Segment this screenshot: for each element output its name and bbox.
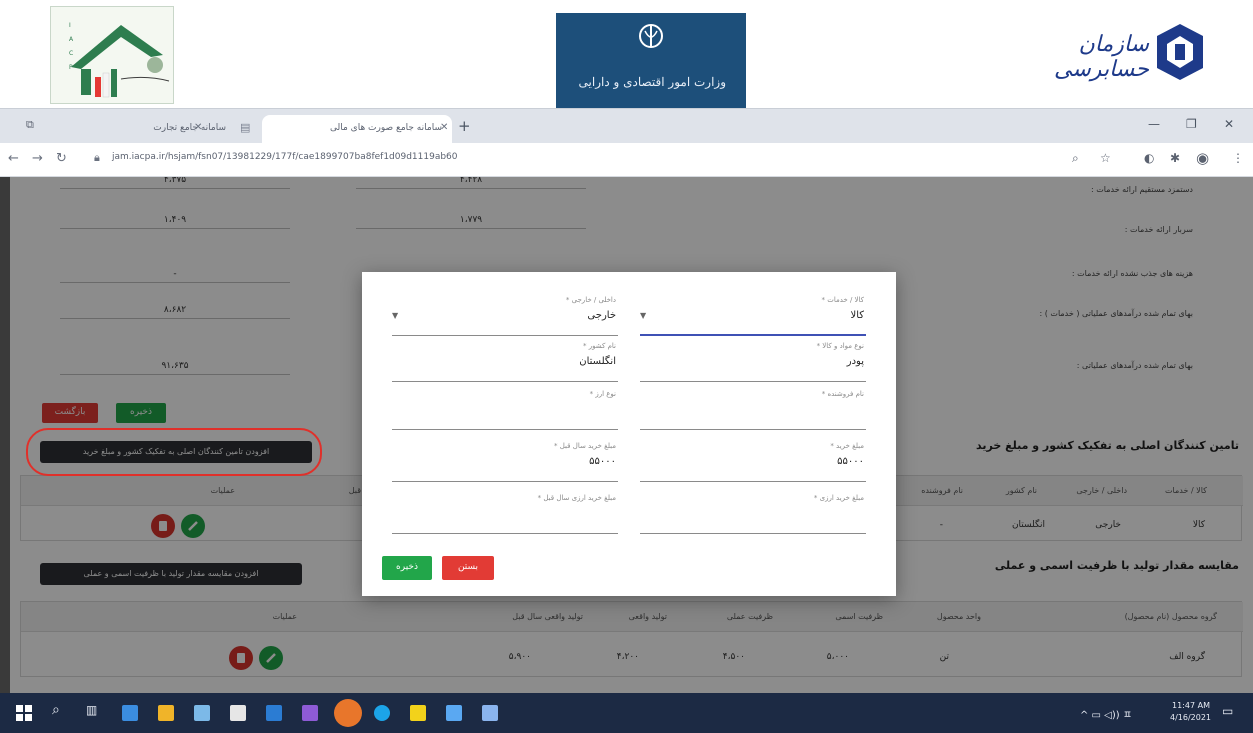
browser-tab-label: سامانه جامع تجارت <box>153 123 226 133</box>
taskbar: ⌕ ▥ ^ ▭ ◁)) ㅍ 11:47 AM 4/16/2021 ▭ <box>0 693 1253 733</box>
ministry-name: وزارت امور اقتصادی و دارایی <box>578 75 726 89</box>
puzzle-icon[interactable]: ✱ <box>1170 151 1180 165</box>
store-icon[interactable] <box>230 705 246 721</box>
forward-icon[interactable]: → <box>32 151 43 166</box>
svg-text:C: C <box>69 50 73 57</box>
purchase-amount-field[interactable]: مبلغ خرید * ۵۵۰۰۰ <box>640 442 866 482</box>
field-label: نوع مواد و کالا * <box>816 342 864 350</box>
fx-purchase-amount-field[interactable]: مبلغ خرید ارزی * <box>640 494 866 534</box>
browser-tab-label: سامانه جامع صورت های مالی <box>330 123 442 133</box>
tab-search-icon[interactable]: ⧉ <box>26 118 34 132</box>
field-value: ۵۵۰۰۰ <box>589 456 616 467</box>
chevron-down-icon: ▼ <box>392 311 399 320</box>
prev-fx-purchase-amount-field[interactable]: مبلغ خرید ارزی سال قبل * <box>392 494 618 534</box>
menu-icon[interactable]: ⋮ <box>1232 151 1244 165</box>
supplier-dialog: کالا / خدمات * کالا ▼ داخلی / خارجی * خا… <box>362 272 896 596</box>
new-tab-icon[interactable]: + <box>458 119 471 134</box>
file-explorer-icon[interactable] <box>158 705 174 721</box>
field-label: کالا / خدمات * <box>821 296 864 304</box>
emblem-icon <box>639 24 663 48</box>
field-label: مبلغ خرید * <box>830 442 864 450</box>
browser-tab[interactable]: ✕ سامانه جامع تجارت <box>70 115 226 144</box>
address-bar: ← → ↻ 🔒︎ jam.iacpa.ir/hsjam/fsn07/139812… <box>0 143 1253 177</box>
origin-select[interactable]: داخلی / خارجی * خارجی ▼ <box>392 296 618 336</box>
prev-purchase-amount-field[interactable]: مبلغ خرید سال قبل * ۵۵۰۰۰ <box>392 442 618 482</box>
page-icon: ▤ <box>240 121 251 134</box>
tray-icons[interactable]: ^ ▭ ◁)) ㅍ <box>1080 706 1132 721</box>
back-icon[interactable]: ← <box>8 151 19 166</box>
svg-text:P: P <box>69 64 73 71</box>
visual-studio-icon[interactable] <box>302 705 318 721</box>
field-value: خارجی <box>587 310 616 321</box>
browser-tabbar: ⧉ ✕ سامانه جامع تجارت ✕ سامانه جامع صورت… <box>0 108 1253 144</box>
currency-field[interactable]: نوع ارز * <box>392 390 618 430</box>
app-icon[interactable] <box>482 705 498 721</box>
dialog-close-button[interactable]: بستن <box>442 556 494 580</box>
item-type-select[interactable]: کالا / خدمات * کالا ▼ <box>640 296 866 336</box>
url-text: jam.iacpa.ir/hsjam/fsn07/13981229/177f/c… <box>112 152 458 162</box>
ministry-logo: وزارت امور اقتصادی و دارایی <box>556 13 746 108</box>
dialog-save-button[interactable]: ذخیره <box>382 556 432 580</box>
tab-close-icon[interactable]: ✕ <box>194 122 202 133</box>
association-logo-graphic: I A C P <box>69 22 170 98</box>
field-value: ۵۵۰۰۰ <box>837 456 864 467</box>
audit-org-name: سازمان حسابرسی <box>1054 32 1149 82</box>
word-icon[interactable] <box>266 705 282 721</box>
extension-icon[interactable]: ◐ <box>1144 151 1154 165</box>
windows-start-icon[interactable] <box>16 705 32 721</box>
notifications-icon[interactable]: ▭ <box>1222 704 1233 718</box>
audit-org-logo: سازمان حسابرسی <box>1016 18 1211 90</box>
close-window-icon[interactable]: ✕ <box>1224 117 1234 131</box>
svg-text:I: I <box>69 22 71 29</box>
clock-time[interactable]: 11:47 AM <box>1172 701 1210 710</box>
highlight-annotation <box>26 428 322 476</box>
seller-field[interactable]: نام فروشنده * <box>640 390 866 430</box>
field-value: انگلستان <box>579 356 616 367</box>
zoom-icon[interactable]: ⌕ <box>1072 151 1079 166</box>
tab-close-icon[interactable]: ✕ <box>440 122 448 133</box>
lock-icon: 🔒︎ <box>94 151 100 164</box>
minimize-icon[interactable]: — <box>1148 117 1160 131</box>
url-input[interactable]: 🔒︎ jam.iacpa.ir/hsjam/fsn07/13981229/177… <box>92 151 1072 170</box>
task-view-icon[interactable]: ▥ <box>86 703 97 717</box>
edge-icon[interactable] <box>122 705 138 721</box>
clock-date[interactable]: 4/16/2021 <box>1170 713 1211 722</box>
logo-strip: I A C P وزارت امور اقتصادی و دارایی سازم… <box>0 0 1253 108</box>
field-label: نوع ارز * <box>589 390 616 398</box>
reload-icon[interactable]: ↻ <box>56 151 67 166</box>
field-value: کالا <box>850 310 864 321</box>
field-label: مبلغ خرید سال قبل * <box>554 442 616 450</box>
chevron-down-icon: ▼ <box>640 311 647 320</box>
app-icon[interactable] <box>410 705 426 721</box>
browser-icon[interactable] <box>374 705 390 721</box>
field-label: مبلغ خرید ارزی * <box>813 494 864 502</box>
audit-org-emblem-icon <box>1157 24 1203 80</box>
material-type-field[interactable]: نوع مواد و کالا * پودر <box>640 342 866 382</box>
field-label: نام کشور * <box>583 342 616 350</box>
association-logo: I A C P <box>50 6 174 104</box>
chrome-icon[interactable] <box>334 699 362 727</box>
star-icon[interactable]: ☆ <box>1100 151 1111 165</box>
field-value: پودر <box>846 356 864 367</box>
country-field[interactable]: نام کشور * انگلستان <box>392 342 618 382</box>
search-icon[interactable]: ⌕ <box>52 702 60 718</box>
browser-tab-active[interactable]: ✕ سامانه جامع صورت های مالی ▤ <box>240 115 452 144</box>
field-label: نام فروشنده * <box>821 390 864 398</box>
app-icon[interactable] <box>446 705 462 721</box>
field-label: مبلغ خرید ارزی سال قبل * <box>537 494 616 502</box>
field-label: داخلی / خارجی * <box>565 296 616 304</box>
maximize-icon[interactable]: ❐ <box>1186 117 1197 131</box>
svg-text:A: A <box>69 36 74 43</box>
profile-icon[interactable]: ◉ <box>1196 149 1209 167</box>
app-icon[interactable] <box>194 705 210 721</box>
